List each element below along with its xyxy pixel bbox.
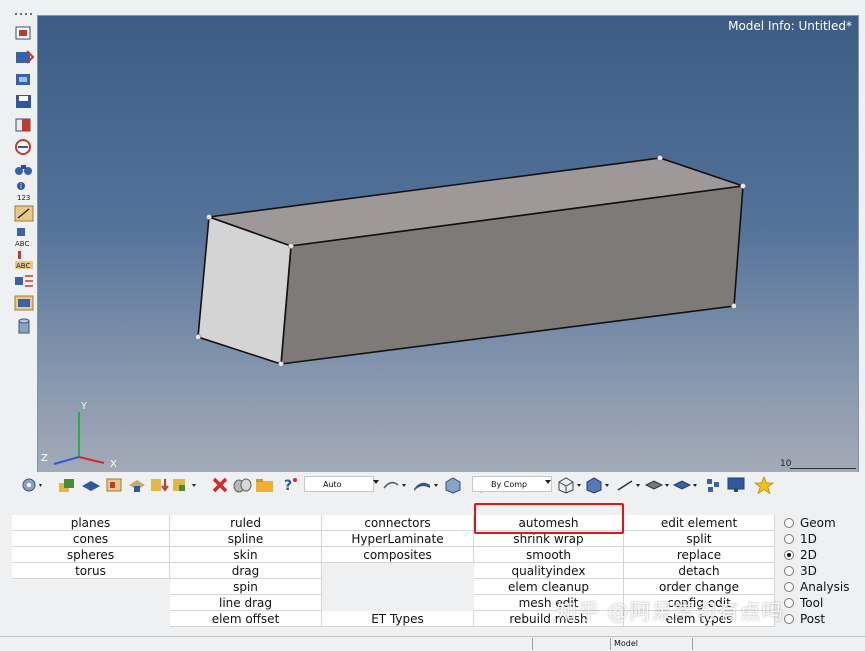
help-icon[interactable]: ? xyxy=(278,476,300,494)
display-mode-dropdown-icon[interactable] xyxy=(373,480,379,484)
component-icon[interactable] xyxy=(104,476,126,494)
panel-button-drag[interactable]: drag xyxy=(170,563,322,579)
panel-button-ruled[interactable]: ruled xyxy=(170,515,322,531)
folder-icon[interactable] xyxy=(254,476,276,494)
radio-button-icon xyxy=(784,566,794,576)
panel-button-torus[interactable]: torus xyxy=(12,563,170,579)
panel-button-planes[interactable]: planes xyxy=(12,515,170,531)
node-icon[interactable] xyxy=(704,476,722,494)
transform-icon[interactable] xyxy=(13,272,35,290)
radio-tool[interactable]: Tool xyxy=(784,596,823,612)
panel-button-spline[interactable]: spline xyxy=(170,531,322,547)
model-canvas: Y X Z xyxy=(41,155,746,470)
panel-button-detach[interactable]: detach xyxy=(624,563,775,579)
radio-button-icon xyxy=(784,534,794,544)
radio-post[interactable]: Post xyxy=(784,612,825,628)
svg-text:ABC: ABC xyxy=(15,240,29,248)
svg-text:ABC: ABC xyxy=(16,262,30,270)
page-radio-group: Geom 1D 2D 3D Analysis Tool Post xyxy=(780,516,865,628)
load-arrow-icon[interactable] xyxy=(148,476,170,494)
axis-x-label: X xyxy=(110,459,117,470)
measure-icon[interactable] xyxy=(13,204,35,222)
panel-button-elem-cleanup[interactable]: elem cleanup xyxy=(474,579,624,595)
mesh-cube-icon[interactable] xyxy=(584,476,612,494)
panel-button-skin[interactable]: skin xyxy=(170,547,322,563)
graphics-viewport[interactable]: Model Info: Untitled* Y X Z 10 xyxy=(37,15,859,473)
plane-icon[interactable] xyxy=(644,476,672,494)
geometry-icon[interactable] xyxy=(56,476,78,494)
radio-2d[interactable]: 2D xyxy=(784,548,817,564)
panel-button-connectors[interactable]: connectors xyxy=(322,515,474,531)
line-icon[interactable] xyxy=(616,476,644,494)
panel-button-spin[interactable]: spin xyxy=(170,579,322,595)
wireframe-icon[interactable] xyxy=(556,476,584,494)
panel-button-composites[interactable]: composites xyxy=(322,547,474,563)
toolbar-grip-icon xyxy=(13,2,35,15)
find-binoculars-icon[interactable] xyxy=(13,160,35,178)
scale-bar xyxy=(790,468,856,469)
axis-z-label: Z xyxy=(41,453,48,464)
display-mode-select[interactable]: Auto xyxy=(304,476,374,492)
radio-button-icon xyxy=(784,614,794,624)
rollback-icon[interactable] xyxy=(232,476,254,494)
open-model-icon[interactable] xyxy=(13,24,35,42)
no-entry-icon[interactable] xyxy=(13,138,35,156)
collector-icon[interactable] xyxy=(170,476,200,494)
left-toolbar: i 123 ABC ABC xyxy=(0,0,38,470)
panel-button-elem-offset[interactable]: elem offset xyxy=(170,611,322,627)
radio-analysis[interactable]: Analysis xyxy=(784,580,849,596)
abc-label-icon[interactable]: ABC xyxy=(13,226,35,248)
panel-button-split[interactable]: split xyxy=(624,531,775,547)
solid-cube-icon[interactable] xyxy=(442,476,464,494)
panel-button-et-types[interactable]: ET Types xyxy=(322,611,474,627)
color-mode-select[interactable]: By Comp xyxy=(472,476,552,492)
axis-triad: Y X Z xyxy=(41,401,117,470)
automesh-highlight-box xyxy=(474,503,624,534)
radio-button-selected-icon xyxy=(784,550,794,560)
color-mode-dropdown-icon[interactable] xyxy=(545,480,551,484)
shaded-plane-icon[interactable] xyxy=(672,476,700,494)
svg-text:i: i xyxy=(20,183,22,191)
info-123-icon[interactable]: i 123 xyxy=(13,180,35,202)
panel-button-cones[interactable]: cones xyxy=(12,531,170,547)
star-icon[interactable] xyxy=(753,475,775,495)
radio-geom[interactable]: Geom xyxy=(784,516,836,532)
svg-text:?: ? xyxy=(284,478,292,494)
panel-button-hyperlaminate[interactable]: HyperLaminate xyxy=(322,531,474,547)
cylinder-icon[interactable] xyxy=(13,318,35,336)
radio-button-icon xyxy=(784,518,794,528)
panel-button-qualityindex[interactable]: qualityindex xyxy=(474,563,624,579)
panel-button-line-drag[interactable]: line drag xyxy=(170,595,322,611)
panel-button-smooth[interactable]: smooth xyxy=(474,547,624,563)
radio-button-icon xyxy=(784,598,794,608)
radio-3d[interactable]: 3D xyxy=(784,564,817,580)
delete-icon[interactable] xyxy=(211,476,229,494)
bottom-toolbar: ? Auto By Comp xyxy=(14,472,860,498)
status-bar: Model xyxy=(0,636,865,651)
radio-1d[interactable]: 1D xyxy=(784,532,817,548)
panel-button-spheres[interactable]: spheres xyxy=(12,547,170,563)
monitor-icon[interactable] xyxy=(726,476,746,494)
status-model: Model xyxy=(610,638,692,650)
axis-y-label: Y xyxy=(80,401,88,412)
svg-text:123: 123 xyxy=(17,194,30,202)
assembly-icon[interactable] xyxy=(126,476,148,494)
watermark-text: 知乎 @阿呆学习有点吗 xyxy=(556,600,784,624)
status-cell-empty xyxy=(532,638,610,650)
panel-button-replace[interactable]: replace xyxy=(624,547,775,563)
surface-icon[interactable] xyxy=(412,476,440,494)
panel-button-edit-element[interactable]: edit element xyxy=(624,515,775,531)
export-icon[interactable] xyxy=(13,70,35,88)
plot-frame-icon[interactable] xyxy=(13,294,35,312)
import-icon[interactable] xyxy=(13,48,35,66)
radio-button-icon xyxy=(784,582,794,592)
mesh-icon[interactable] xyxy=(80,476,102,494)
shading-icon[interactable] xyxy=(382,476,408,494)
abc-tag-icon[interactable]: ABC xyxy=(13,250,35,270)
save-icon[interactable] xyxy=(13,92,35,110)
panel-button-order-change[interactable]: order change xyxy=(624,579,775,595)
status-cell-right xyxy=(692,638,865,650)
mask-icon[interactable] xyxy=(13,116,35,134)
view-select-icon[interactable] xyxy=(20,476,44,494)
